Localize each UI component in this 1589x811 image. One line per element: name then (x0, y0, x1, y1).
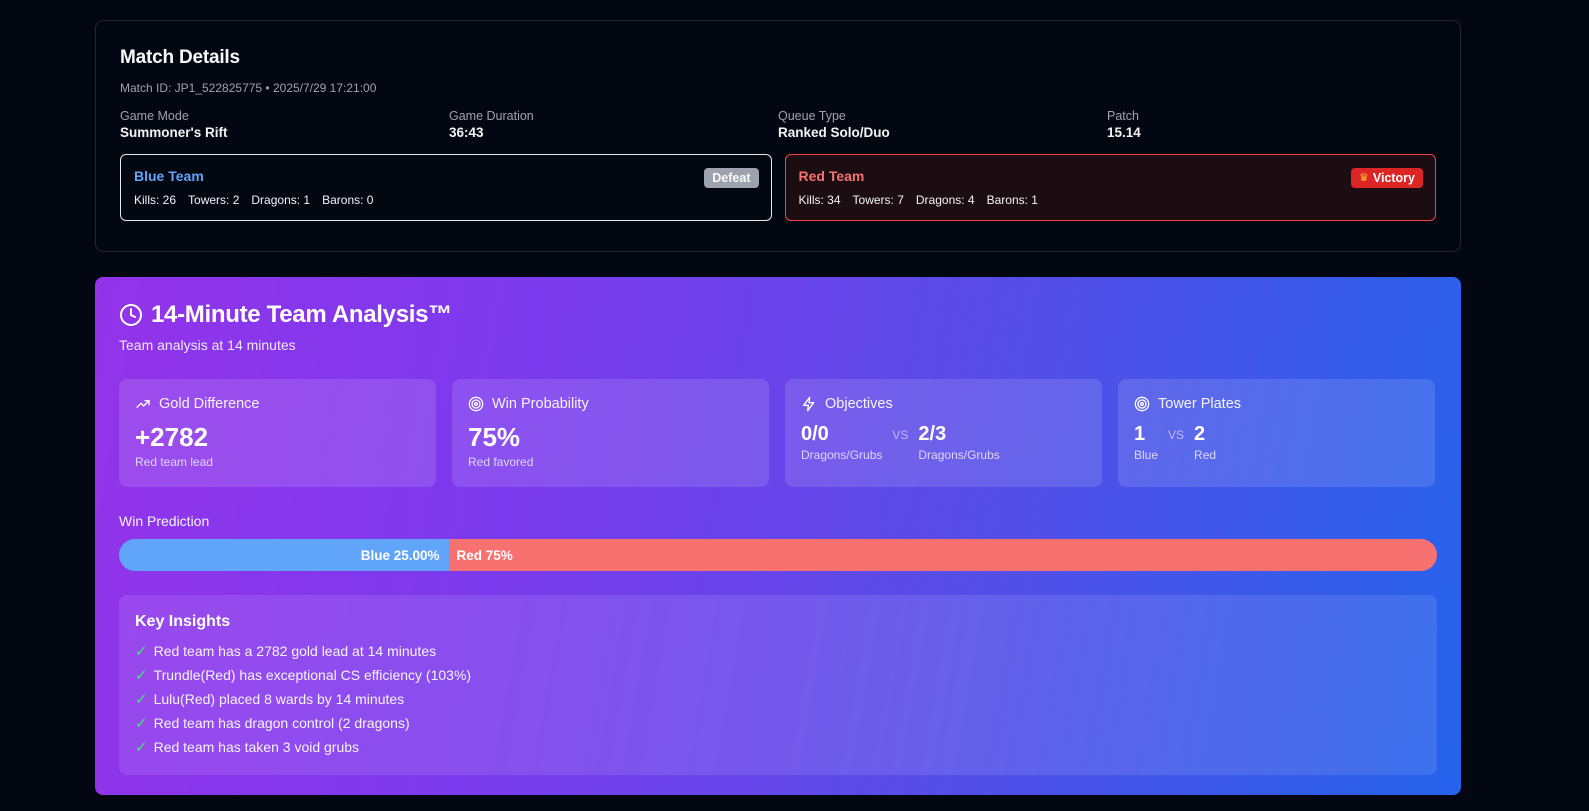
vs-label: VS (892, 428, 909, 442)
insight-text: Red team has a 2782 gold lead at 14 minu… (153, 643, 437, 659)
red-kills: Kills: 34 (798, 193, 841, 207)
check-icon: ✓ (135, 643, 148, 660)
info-game-mode: Game Mode Summoner's Rift (120, 109, 449, 140)
info-label: Patch (1107, 109, 1139, 123)
list-item: ✓ Lulu(Red) placed 8 wards by 14 minutes (135, 687, 1421, 711)
match-details-card: Match Details Match ID: JP1_522825775 • … (95, 20, 1461, 252)
list-item: ✓ Trundle(Red) has exceptional CS efficie… (135, 663, 1421, 687)
blue-team-box[interactable]: Blue Team Defeat Kills: 26 Towers: 2 Dra… (120, 154, 772, 221)
red-towers: Towers: 7 (852, 193, 904, 207)
team-analysis-panel: 14-Minute Team Analysis™ Team analysis a… (95, 277, 1461, 795)
win-prediction-label: Win Prediction (119, 513, 210, 529)
info-queue-type: Queue Type Ranked Solo/Duo (778, 109, 1107, 140)
gold-difference-card: Gold Difference +2782 Red team lead (119, 379, 436, 487)
red-prediction-segment: Red 75% (448, 539, 1437, 571)
target-icon (1134, 396, 1150, 412)
info-label: Game Mode (120, 109, 189, 123)
card-header: Win Probability (468, 396, 753, 412)
card-header: Tower Plates (1134, 396, 1419, 412)
analysis-title-row: 14-Minute Team Analysis™ (119, 301, 1437, 329)
vs-label: VS (1168, 428, 1185, 442)
red-objectives-value: 2/3 (918, 423, 947, 445)
info-value: 15.14 (1107, 125, 1141, 140)
key-insights-panel: Key Insights ✓ Red team has a 2782 gold l… (119, 595, 1437, 775)
blue-plates-label: Blue (1134, 448, 1159, 462)
check-icon: ✓ (135, 739, 148, 756)
list-item: ✓ Red team has taken 3 void grubs (135, 735, 1421, 759)
blue-team-name: Blue Team (134, 168, 204, 184)
blue-prediction-segment: Blue 25.00% (119, 539, 449, 571)
crown-icon: ♛ (1358, 172, 1369, 184)
plates-compare: 1 Blue VS 2 Red (1134, 424, 1419, 462)
red-plates-label: Red (1194, 448, 1217, 462)
red-plates-value: 2 (1194, 423, 1206, 445)
info-game-duration: Game Duration 36:43 (449, 109, 778, 140)
blue-kills: Kills: 26 (134, 193, 177, 207)
win-probability-value: 75% (468, 422, 521, 452)
blue-barons: Barons: 0 (322, 193, 374, 207)
insight-text: Red team has taken 3 void grubs (153, 739, 360, 755)
key-insights-title: Key Insights (135, 613, 231, 630)
tower-plates-card: Tower Plates 1 Blue VS 2 Red (1118, 379, 1435, 487)
red-dragons: Dragons: 4 (915, 193, 975, 207)
insight-text: Lulu(Red) placed 8 wards by 14 minutes (153, 691, 405, 707)
info-label: Game Duration (449, 109, 534, 123)
card-label: Tower Plates (1158, 396, 1242, 412)
info-value: 36:43 (449, 125, 484, 140)
blue-objectives-value: 0/0 (801, 423, 829, 445)
red-barons: Barons: 1 (986, 193, 1038, 207)
stat-cards: Gold Difference +2782 Red team lead Win … (119, 379, 1437, 487)
info-label: Queue Type (778, 109, 846, 123)
blue-objectives: 0/0 Dragons/Grubs (801, 424, 882, 462)
analysis-title: 14-Minute Team Analysis™ (151, 301, 452, 328)
victory-label: Victory (1372, 171, 1415, 185)
card-label: Gold Difference (159, 396, 260, 412)
red-plates: 2 Red (1194, 424, 1216, 462)
blue-towers: Towers: 2 (188, 193, 240, 207)
card-label: Win Probability (492, 396, 589, 412)
objectives-compare: 0/0 Dragons/Grubs VS 2/3 Dragons/Grubs (801, 424, 1086, 462)
red-objectives-label: Dragons/Grubs (918, 448, 1000, 462)
win-prediction-bar: Blue 25.00% Red 75% (119, 539, 1437, 571)
win-probability-card: Win Probability 75% Red favored (452, 379, 769, 487)
gold-note: Red team lead (135, 455, 214, 469)
card-header: Gold Difference (135, 396, 420, 412)
check-icon: ✓ (135, 715, 148, 732)
insight-text: Trundle(Red) has exceptional CS efficien… (153, 667, 472, 683)
card-label: Objectives (825, 396, 893, 412)
match-info-grid: Game Mode Summoner's Rift Game Duration … (120, 109, 1436, 140)
check-icon: ✓ (135, 667, 148, 684)
blue-plates: 1 Blue (1134, 424, 1158, 462)
objectives-card: Objectives 0/0 Dragons/Grubs VS 2/3 Drag… (785, 379, 1102, 487)
red-team-box[interactable]: Red Team ♛ Victory Kills: 34 Towers: 7 D… (784, 154, 1436, 221)
card-header: Objectives (801, 396, 1086, 412)
list-item: ✓ Red team has a 2782 gold lead at 14 min… (135, 639, 1421, 663)
defeat-badge: Defeat (704, 168, 759, 188)
check-icon: ✓ (135, 691, 148, 708)
list-item: ✓ Red team has dragon control (2 dragons) (135, 711, 1421, 735)
blue-objectives-label: Dragons/Grubs (801, 448, 883, 462)
win-probability-note: Red favored (468, 455, 534, 469)
blue-plates-value: 1 (1134, 423, 1146, 445)
target-icon (468, 396, 484, 412)
red-objectives: 2/3 Dragons/Grubs (918, 424, 999, 462)
victory-badge: ♛ Victory (1350, 168, 1423, 188)
blue-dragons: Dragons: 1 (251, 193, 311, 207)
analysis-subtitle: Team analysis at 14 minutes (119, 337, 296, 353)
lightning-icon (801, 396, 817, 412)
gold-value: +2782 (135, 422, 209, 452)
teams-row: Blue Team Defeat Kills: 26 Towers: 2 Dra… (120, 154, 1436, 221)
blue-team-stats: Kills: 26 Towers: 2 Dragons: 1 Barons: 0 (134, 193, 758, 207)
red-team-name: Red Team (798, 168, 865, 184)
clock-icon (119, 303, 143, 327)
info-patch: Patch 15.14 (1107, 109, 1436, 140)
insights-list: ✓ Red team has a 2782 gold lead at 14 min… (135, 639, 1421, 759)
match-meta: Match ID: JP1_522825775 • 2025/7/29 17:2… (120, 81, 377, 95)
info-value: Summoner's Rift (120, 125, 228, 140)
insight-text: Red team has dragon control (2 dragons) (153, 715, 410, 731)
match-title: Match Details (120, 47, 240, 68)
red-team-stats: Kills: 34 Towers: 7 Dragons: 4 Barons: 1 (799, 193, 1423, 207)
info-value: Ranked Solo/Duo (778, 125, 890, 140)
trending-up-icon (135, 396, 151, 412)
